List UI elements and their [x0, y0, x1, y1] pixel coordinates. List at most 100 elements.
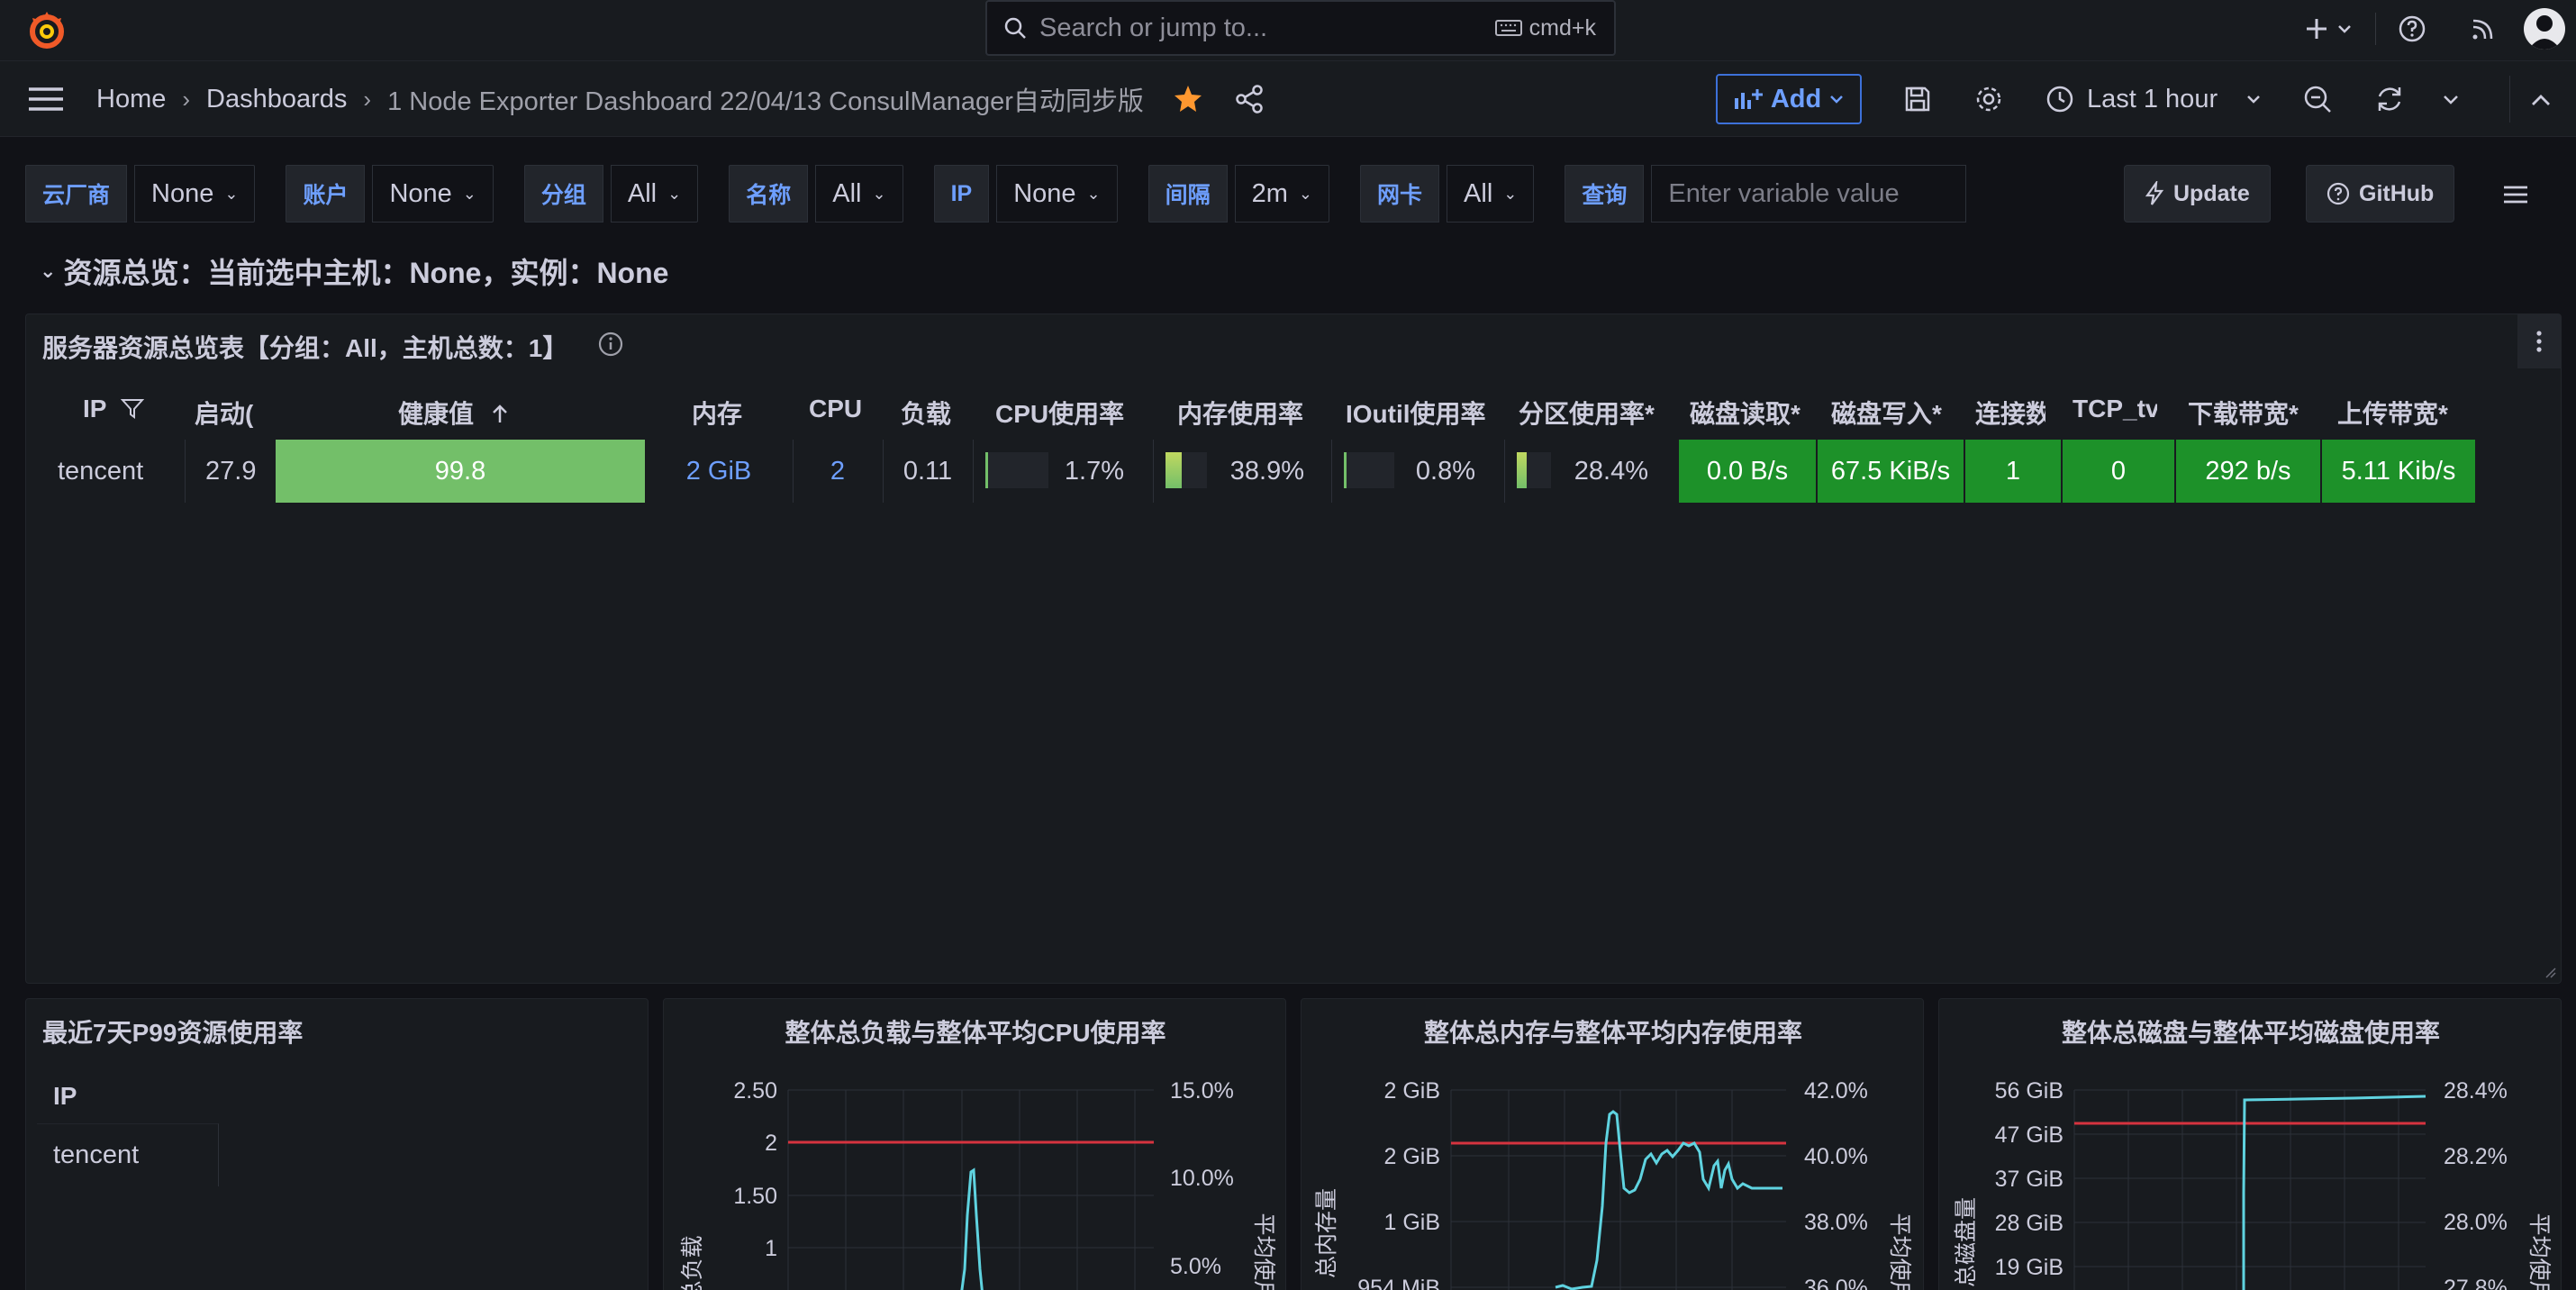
y-tick-right: 10.0%	[1170, 1166, 1234, 1191]
y-tick-right: 36.0%	[1804, 1276, 1868, 1290]
io-usage-gauge	[1344, 452, 1394, 488]
dashboard-links-menu-icon[interactable]	[2502, 184, 2529, 205]
help-button[interactable]	[2398, 0, 2426, 58]
new-menu-button[interactable]	[2303, 0, 2354, 58]
resize-handle-icon[interactable]	[2543, 965, 2557, 979]
variable-cloud: 云厂商 None ⌄	[25, 165, 256, 223]
user-icon	[2528, 15, 2561, 50]
chevron-right-icon: ›	[182, 85, 191, 113]
column-header-ip[interactable]: IP	[83, 395, 144, 423]
variable-select[interactable]: None ⌄	[996, 165, 1118, 223]
column-header-io-usage[interactable]: IOutil使用率	[1346, 395, 1486, 431]
menu-icon[interactable]	[27, 85, 65, 114]
variable-value: All	[1464, 178, 1493, 208]
y-tick-right: 28.2%	[2444, 1144, 2508, 1169]
breadcrumb-home[interactable]: Home	[96, 85, 166, 114]
zoom-out-icon[interactable]	[2302, 84, 2333, 114]
y-tick-left: 2 GiB	[1383, 1144, 1440, 1169]
variable-label: 云厂商	[25, 165, 128, 223]
cell-ip[interactable]: tencent	[58, 440, 143, 503]
column-header-disk-write[interactable]: 磁盘写入*	[1831, 395, 1942, 431]
column-header-cpu-usage[interactable]: CPU使用率	[995, 395, 1124, 431]
github-link[interactable]: GitHub	[2306, 165, 2455, 223]
column-header-health[interactable]: 健康值	[398, 395, 510, 431]
y-tick-left: 2.50	[733, 1078, 777, 1104]
update-link[interactable]: Update	[2124, 165, 2271, 223]
p99-panel: 最近7天P99资源使用率 IP tencent	[25, 998, 649, 1290]
variable-select[interactable]: All ⌄	[815, 165, 903, 223]
column-header-disk-read[interactable]: 磁盘读取*	[1690, 395, 1800, 431]
search-input[interactable]: Search or jump to... cmd+k	[985, 0, 1616, 56]
panel-title: 最近7天P99资源使用率	[42, 1019, 304, 1047]
chart-panel-load-cpu: 整体总负载与整体平均CPU使用率 2.50 2 1.50 1 15.0% 10.…	[663, 998, 1286, 1290]
variable-label: 账户	[286, 165, 366, 223]
cell-memory-link[interactable]: 2 GiB	[645, 440, 793, 503]
io-usage-gauge-fill	[1344, 452, 1347, 488]
variable-value: None	[1013, 178, 1076, 208]
gear-icon[interactable]	[1973, 84, 2004, 114]
column-header-upload[interactable]: 上传带宽*	[2337, 395, 2448, 431]
row-title: 资源总览：当前选中主机：None，实例：None	[63, 257, 669, 289]
column-header-uptime[interactable]: 启动(	[195, 395, 258, 431]
breadcrumb-dashboards[interactable]: Dashboards	[206, 85, 347, 114]
variable-query-input[interactable]: Enter variable value	[1651, 165, 1967, 223]
y-tick-right: 28.4%	[2444, 1078, 2508, 1104]
variable-select[interactable]: All ⌄	[610, 165, 699, 223]
column-header-partition-usage[interactable]: 分区使用率*	[1519, 395, 1655, 431]
chevron-down-icon	[1830, 95, 1844, 104]
variable-nic: 网卡 All ⌄	[1360, 165, 1535, 223]
cpu-usage-gauge-fill	[985, 452, 988, 488]
variable-label: 间隔	[1147, 165, 1228, 223]
variable-select[interactable]: All ⌄	[1447, 165, 1535, 223]
column-header-tcp-tw[interactable]: TCP_tv	[2073, 395, 2157, 423]
row-header[interactable]: ⌄ 资源总览：当前选中主机：None，实例：None	[40, 250, 668, 292]
chevron-down-icon[interactable]	[2441, 89, 2461, 109]
cell-load: 0.11	[903, 456, 953, 486]
y-tick-left: 19 GiB	[1995, 1255, 2064, 1280]
column-header-connections[interactable]: 连接数	[1975, 395, 2045, 431]
search-shortcut-text: cmd+k	[1528, 14, 1596, 41]
panel-menu-button[interactable]	[2517, 314, 2561, 368]
column-header-download[interactable]: 下载带宽*	[2188, 395, 2299, 431]
variable-query: 查询 Enter variable value	[1565, 165, 1967, 223]
column-header-mem-usage[interactable]: 内存使用率	[1177, 395, 1303, 431]
share-icon[interactable]	[1234, 84, 1265, 114]
info-icon[interactable]	[597, 331, 624, 358]
chart-disk: 56 GiB 47 GiB 37 GiB 28 GiB 19 GiB 28.4%…	[1954, 1078, 2552, 1290]
filter-icon[interactable]	[120, 396, 144, 420]
column-header-cpu[interactable]: CPU	[809, 395, 862, 423]
time-range-label: Last 1 hour	[2087, 84, 2218, 114]
rss-icon	[2472, 19, 2493, 40]
grafana-logo-icon[interactable]	[25, 9, 68, 52]
y-tick-left: 954 MiB	[1357, 1276, 1440, 1290]
divider	[2509, 76, 2510, 123]
variable-select[interactable]: None ⌄	[134, 165, 256, 223]
user-avatar[interactable]	[2524, 8, 2565, 50]
variable-select[interactable]: 2m ⌄	[1234, 165, 1330, 223]
star-icon[interactable]	[1173, 84, 1203, 114]
y-tick-left: 28 GiB	[1995, 1211, 2064, 1236]
time-range-picker[interactable]: Last 1 hour	[2045, 85, 2263, 114]
cell-disk-read: 0.0 B/s	[1679, 440, 1816, 503]
cell-disk-write: 67.5 KiB/s	[1818, 440, 1964, 503]
add-button[interactable]: Add	[1716, 74, 1862, 124]
refresh-icon[interactable]	[2374, 84, 2405, 114]
y-tick-left: 56 GiB	[1995, 1078, 2064, 1104]
p99-cell-ip[interactable]: tencent	[53, 1140, 139, 1170]
dashboard-controls: Add Last 1 hour	[1716, 74, 2461, 124]
breadcrumb-current: 1 Node Exporter Dashboard 22/04/13 Consu…	[387, 87, 1144, 116]
series-line	[960, 1167, 984, 1290]
variable-select[interactable]: None ⌄	[372, 165, 494, 223]
column-header-memory[interactable]: 内存	[692, 395, 742, 431]
save-icon[interactable]	[1903, 85, 1932, 114]
cell-tcp-tw: 0	[2063, 440, 2174, 503]
github-link-label: GitHub	[2359, 180, 2435, 206]
news-button[interactable]	[2470, 0, 2497, 58]
chevron-up-icon[interactable]	[2529, 90, 2553, 110]
cell-cpu-link[interactable]: 2	[793, 440, 883, 503]
y-axis-label-left: 总磁盘量	[1954, 1197, 1979, 1287]
y-axis-label-right: 平均使用率	[1251, 1213, 1276, 1290]
column-header-load[interactable]: 负载	[901, 395, 951, 431]
y-tick-left: 47 GiB	[1995, 1122, 2064, 1148]
p99-header-ip[interactable]: IP	[53, 1082, 77, 1111]
